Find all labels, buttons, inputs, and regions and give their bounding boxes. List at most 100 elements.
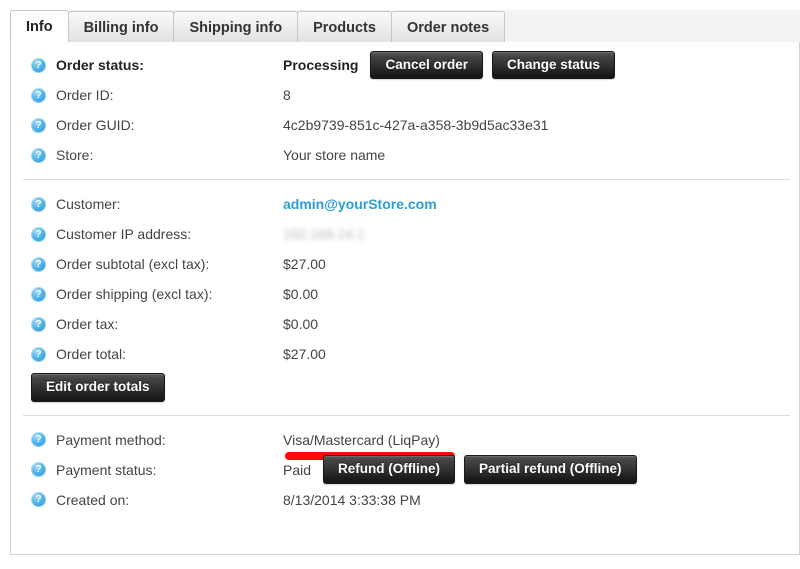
customer-ip-label-cell: Customer IP address: xyxy=(31,226,283,242)
order-identity-section: Order status: Processing Cancel order Ch… xyxy=(11,42,799,170)
store-label: Store: xyxy=(56,147,94,163)
help-icon[interactable] xyxy=(31,462,46,477)
store-label-cell: Store: xyxy=(31,147,283,163)
payment-status-value: Paid xyxy=(283,461,312,478)
order-subtotal-value-cell: $27.00 xyxy=(283,256,799,272)
payment-status-label: Payment status: xyxy=(56,461,157,478)
order-id-value-cell: 8 xyxy=(283,87,799,103)
tab-shipping-info[interactable]: Shipping info xyxy=(173,11,299,43)
order-subtotal-value: $27.00 xyxy=(283,256,326,272)
order-tax-label-cell: Order tax: xyxy=(31,316,283,332)
tab-info-label: Info xyxy=(26,19,53,35)
tab-order-notes[interactable]: Order notes xyxy=(390,11,506,43)
section-divider xyxy=(23,179,790,180)
customer-ip-label: Customer IP address: xyxy=(56,226,192,242)
help-icon[interactable] xyxy=(31,286,46,302)
created-on-value-cell: 8/13/2014 3:33:38 PM xyxy=(283,492,799,508)
row-order-id: Order ID: 8 xyxy=(11,80,799,110)
row-order-shipping: Order shipping (excl tax): $0.00 xyxy=(11,279,799,309)
order-guid-label-cell: Order GUID: xyxy=(31,117,283,133)
help-icon[interactable] xyxy=(31,226,46,242)
order-tax-value: $0.00 xyxy=(283,316,319,332)
order-guid-value-cell: 4c2b9739-851c-427a-a358-3b9d5ac33e31 xyxy=(283,117,799,133)
order-id-label: Order ID: xyxy=(56,87,114,103)
payment-status-value-cell: Paid Refund (Offline) Partial refund (Of… xyxy=(283,455,799,484)
row-customer: Customer: admin@yourStore.com xyxy=(11,189,799,219)
created-on-value: 8/13/2014 3:33:38 PM xyxy=(283,491,421,508)
row-order-tax: Order tax: $0.00 xyxy=(11,309,799,339)
payment-status-label-cell: Payment status: xyxy=(31,462,283,478)
help-icon[interactable] xyxy=(31,196,46,212)
tab-shipping-info-label: Shipping info xyxy=(189,20,283,36)
order-status-value: Processing xyxy=(283,57,359,73)
row-payment-method: Payment method: Visa/Mastercard (LiqPay) xyxy=(11,425,799,460)
row-payment-status: Payment status: Paid Refund (Offline) Pa… xyxy=(11,455,799,485)
payment-section: Payment method: Visa/Mastercard (LiqPay)… xyxy=(11,425,799,515)
order-info-panel: Order status: Processing Cancel order Ch… xyxy=(10,42,800,555)
tab-billing-info-label: Billing info xyxy=(83,20,159,36)
order-status-value-cell: Processing Cancel order Change status xyxy=(283,50,799,80)
row-created-on: Created on: 8/13/2014 3:33:38 PM xyxy=(11,485,799,515)
payment-method-label-cell: Payment method: xyxy=(31,432,283,448)
order-status-label: Order status: xyxy=(56,57,144,73)
tab-billing-info[interactable]: Billing info xyxy=(67,11,175,43)
tab-products-label: Products xyxy=(313,20,376,36)
order-id-value: 8 xyxy=(283,87,291,103)
partial-refund-offline-button[interactable]: Partial refund (Offline) xyxy=(464,455,637,484)
customer-totals-section: Customer: admin@yourStore.com Customer I… xyxy=(11,189,799,406)
help-icon[interactable] xyxy=(31,57,46,73)
edit-order-totals-row: Edit order totals xyxy=(11,369,799,406)
order-guid-value: 4c2b9739-851c-427a-a358-3b9d5ac33e31 xyxy=(283,117,549,133)
row-order-total: Order total: $27.00 xyxy=(11,339,799,369)
row-order-guid: Order GUID: 4c2b9739-851c-427a-a358-3b9d… xyxy=(11,110,799,140)
payment-method-label: Payment method: xyxy=(56,431,166,448)
help-icon[interactable] xyxy=(31,256,46,272)
store-value: Your store name xyxy=(283,147,386,163)
order-total-value: $27.00 xyxy=(283,346,326,362)
customer-ip-value-cell: 192.168.14.1 xyxy=(283,226,799,242)
row-customer-ip: Customer IP address: 192.168.14.1 xyxy=(11,219,799,249)
order-subtotal-label: Order subtotal (excl tax): xyxy=(56,256,210,272)
edit-order-totals-button[interactable]: Edit order totals xyxy=(31,373,165,402)
order-total-value-cell: $27.00 xyxy=(283,346,799,362)
cancel-order-button[interactable]: Cancel order xyxy=(370,50,484,80)
tab-list: Info Billing info Shipping info Products… xyxy=(10,10,506,43)
row-order-subtotal: Order subtotal (excl tax): $27.00 xyxy=(11,249,799,279)
help-icon[interactable] xyxy=(31,316,46,332)
tab-info[interactable]: Info xyxy=(10,10,69,43)
payment-method-value: Visa/Mastercard (LiqPay) xyxy=(283,431,440,448)
help-icon[interactable] xyxy=(31,117,46,133)
refund-offline-button[interactable]: Refund (Offline) xyxy=(323,455,456,484)
help-icon[interactable] xyxy=(31,147,46,163)
customer-label: Customer: xyxy=(56,196,121,212)
order-total-label: Order total: xyxy=(56,346,127,362)
help-icon[interactable] xyxy=(31,432,46,447)
help-icon[interactable] xyxy=(31,87,46,103)
order-shipping-label: Order shipping (excl tax): xyxy=(56,286,213,302)
help-icon[interactable] xyxy=(31,346,46,362)
customer-value-cell: admin@yourStore.com xyxy=(283,196,799,212)
tab-order-notes-label: Order notes xyxy=(406,20,490,36)
order-tax-value-cell: $0.00 xyxy=(283,316,799,332)
order-tax-label: Order tax: xyxy=(56,316,119,332)
row-order-status: Order status: Processing Cancel order Ch… xyxy=(11,50,799,80)
order-total-label-cell: Order total: xyxy=(31,346,283,362)
customer-ip-value: 192.168.14.1 xyxy=(283,226,365,242)
help-icon[interactable] xyxy=(31,492,46,507)
order-shipping-value: $0.00 xyxy=(283,286,319,302)
order-subtotal-label-cell: Order subtotal (excl tax): xyxy=(31,256,283,272)
order-shipping-value-cell: $0.00 xyxy=(283,286,799,302)
created-on-label: Created on: xyxy=(56,491,130,508)
order-id-label-cell: Order ID: xyxy=(31,87,283,103)
change-status-button[interactable]: Change status xyxy=(492,50,616,80)
section-divider xyxy=(23,414,790,416)
order-guid-label: Order GUID: xyxy=(56,117,135,133)
order-shipping-label-cell: Order shipping (excl tax): xyxy=(31,286,283,302)
customer-label-cell: Customer: xyxy=(31,196,283,212)
tab-products[interactable]: Products xyxy=(297,11,392,43)
payment-method-value-cell: Visa/Mastercard (LiqPay) xyxy=(283,431,799,460)
order-status-label-cell: Order status: xyxy=(31,57,283,73)
customer-email-link[interactable]: admin@yourStore.com xyxy=(283,196,437,212)
tab-strip: Info Billing info Shipping info Products… xyxy=(10,10,800,43)
store-value-cell: Your store name xyxy=(283,147,799,163)
